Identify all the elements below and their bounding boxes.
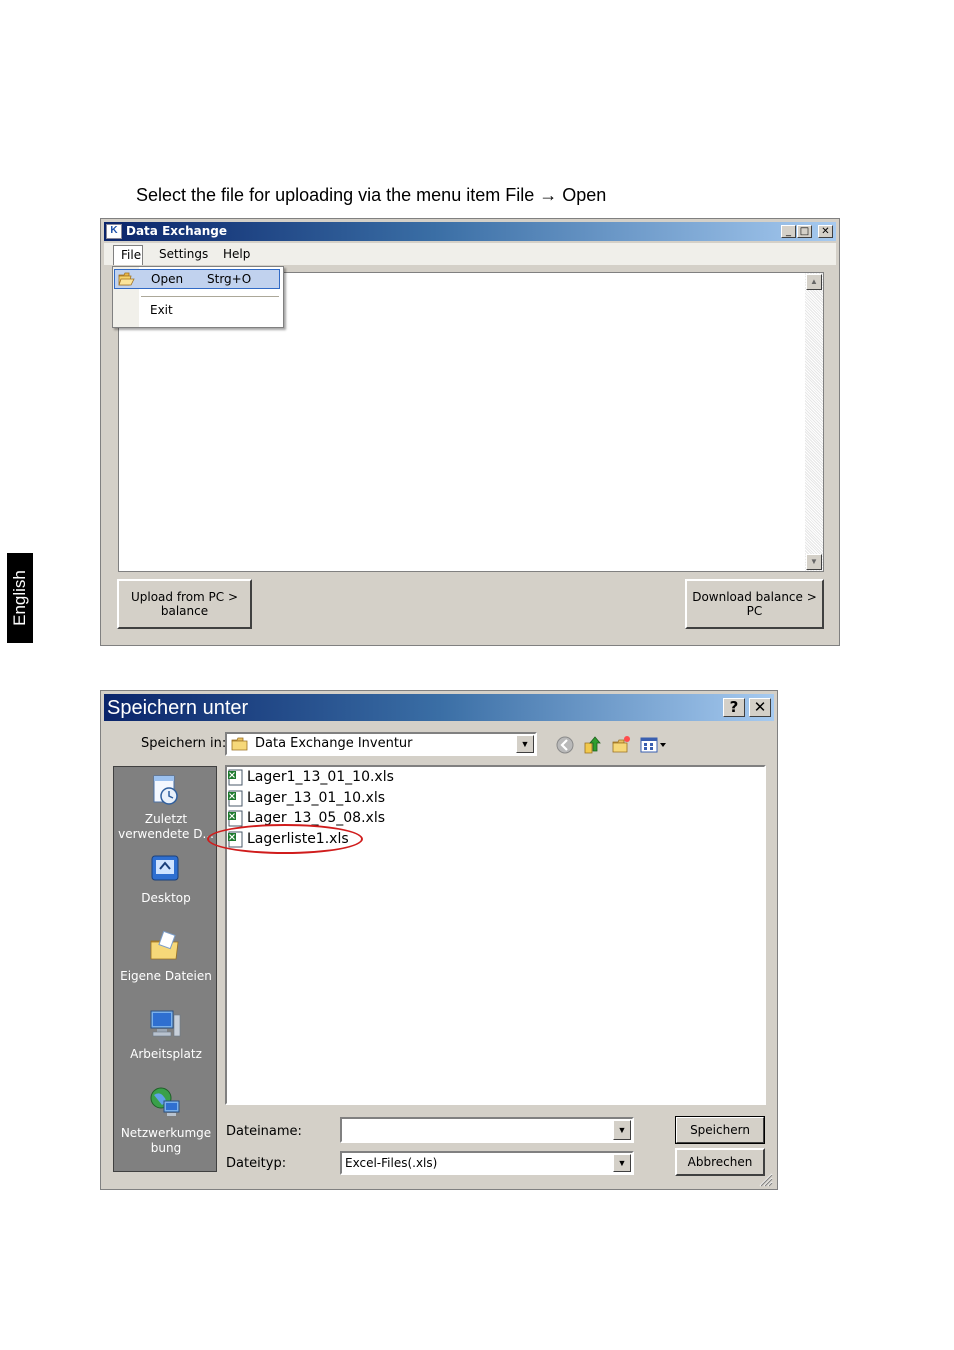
save-button[interactable]: Speichern [675,1116,765,1144]
save-dialog: Speichern unter ? ✕ Speichern in: Data E… [100,690,778,1190]
excel-file-icon [228,790,243,807]
place-recent-line2: verwendete D... [118,827,214,841]
menu-file[interactable]: File [113,245,143,265]
menu-item-open[interactable]: Open Strg+O [114,269,280,289]
menu-item-open-label: Open [151,272,184,286]
file-name: Lager_13_01_10.xls [247,790,385,806]
resize-grip-icon[interactable] [757,1171,773,1187]
download-button[interactable]: Download balance > PC [685,579,824,629]
download-button-line2: PC [746,604,763,618]
place-recent-line1: Zuletzt [144,812,188,826]
dialog-close-button[interactable]: ✕ [749,698,771,717]
place-network[interactable]: Netzwerkumge bung [114,1083,218,1163]
open-folder-icon [118,272,135,286]
data-exchange-window: K Data Exchange _ □ ✕ File Settings Help… [100,218,840,646]
folder-icon [231,737,248,751]
menu-item-open-shortcut: Strg+O [207,272,252,286]
file-item[interactable]: Lager_13_01_10.xls [227,789,427,809]
filetype-value: Excel-Files(.xls) [345,1156,438,1170]
up-folder-icon[interactable] [583,735,603,755]
scroll-up-button[interactable]: ▲ [806,274,822,290]
file-item[interactable]: Lager1_13_01_10.xls [227,768,427,788]
recent-documents-icon [153,775,178,805]
dialog-title-bar: Speichern unter ? ✕ [104,694,774,721]
view-menu-icon[interactable] [639,735,671,755]
place-my-documents-label: Eigene Dateien [120,969,212,983]
place-desktop[interactable]: Desktop [114,849,218,909]
app-icon: K [106,224,122,239]
language-tab: English [7,553,33,643]
filename-input[interactable]: ▼ [340,1117,634,1143]
cancel-button[interactable]: Abbrechen [675,1148,765,1176]
upload-button[interactable]: Upload from PC > balance [117,579,252,629]
save-in-value: Data Exchange Inventur [255,736,413,751]
save-in-dropdown[interactable]: Data Exchange Inventur ▼ [225,732,537,756]
save-in-arrow[interactable]: ▼ [516,735,534,753]
excel-file-icon [228,769,243,786]
close-button[interactable]: ✕ [818,225,833,238]
help-button[interactable]: ? [723,698,745,717]
place-my-computer[interactable]: Arbeitsplatz [114,1005,218,1067]
minimize-button[interactable]: _ [781,225,796,238]
menu-separator [141,296,279,297]
highlight-circle [207,824,363,854]
file-menu-dropdown: Open Strg+O Exit [112,266,284,328]
filename-dropdown-arrow[interactable]: ▼ [613,1120,631,1140]
my-documents-icon [150,930,179,960]
filetype-dropdown[interactable]: Excel-Files(.xls) ▼ [340,1151,634,1175]
window-title: Data Exchange [126,224,228,238]
place-recent[interactable]: Zuletzt verwendete D... [114,767,218,845]
desktop-icon [151,855,179,881]
title-bar: K Data Exchange _ □ ✕ [104,222,836,241]
back-icon[interactable] [555,735,575,755]
upload-button-line1: Upload from PC > [130,590,239,604]
language-tab-label: English [10,570,29,626]
menu-file-label: File [121,248,142,262]
place-network-line1: Netzwerkumge [120,1126,212,1140]
menu-help[interactable]: Help [223,247,250,261]
upload-button-line2: balance [160,604,209,618]
places-bar: Zuletzt verwendete D... Desktop Eigene D… [113,766,217,1172]
menu-settings[interactable]: Settings [159,247,208,261]
place-my-documents[interactable]: Eigene Dateien [114,927,218,989]
vertical-scrollbar[interactable]: ▲ ▼ [805,273,823,571]
my-computer-icon [150,1010,181,1037]
place-my-computer-label: Arbeitsplatz [130,1047,202,1061]
filetype-label: Dateityp: [226,1156,287,1171]
dialog-title: Speichern unter [107,697,249,719]
place-network-line2: bung [150,1141,182,1155]
filename-label: Dateiname: [226,1124,302,1139]
save-in-label: Speichern in: [141,736,227,751]
menu-item-exit[interactable]: Exit [150,303,173,317]
new-folder-icon[interactable] [611,735,631,755]
network-places-icon [150,1087,180,1116]
menu-bar: File Settings Help [104,243,836,265]
instruction-text: Select the file for uploading via the me… [136,185,607,205]
filetype-dropdown-arrow[interactable]: ▼ [613,1154,631,1172]
file-name: Lager1_13_01_10.xls [247,769,394,785]
place-desktop-label: Desktop [141,891,191,905]
excel-file-icon [228,810,243,827]
file-list[interactable]: Lager1_13_01_10.xls Lager_13_01_10.xls L… [225,765,766,1105]
download-button-line1: Download balance > [692,590,817,604]
maximize-button[interactable]: □ [797,225,812,238]
scroll-down-button[interactable]: ▼ [806,554,822,570]
